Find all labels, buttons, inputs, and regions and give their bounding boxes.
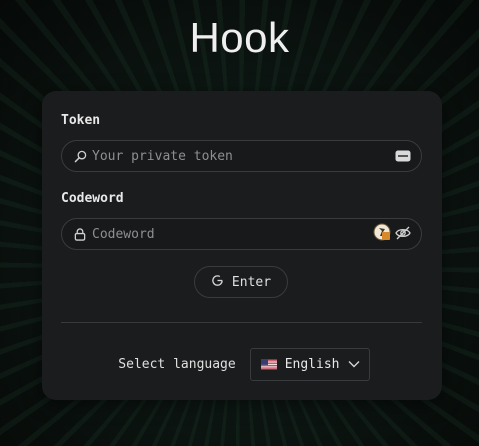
language-select[interactable]: English (249, 347, 370, 381)
key-extension-icon[interactable] (373, 223, 391, 245)
token-label: Token (61, 113, 101, 128)
divider (61, 322, 422, 323)
eye-off-icon[interactable] (395, 225, 411, 244)
app-title: Hook (189, 14, 290, 61)
enter-button[interactable]: Enter (194, 266, 288, 298)
token-input[interactable] (92, 141, 395, 171)
enter-button-label: Enter (231, 274, 272, 290)
language-selected: English (284, 356, 340, 372)
us-flag-icon (260, 358, 277, 370)
lock-icon (62, 227, 92, 241)
codeword-field-wrapper (61, 218, 422, 250)
login-card: Token Codeword Enter Select language Eng… (42, 91, 442, 400)
search-icon (62, 150, 92, 163)
language-row: Select language English (42, 347, 442, 381)
language-label: Select language (118, 356, 236, 372)
chevron-down-icon (348, 357, 360, 372)
refresh-icon (211, 274, 224, 291)
codeword-label: Codeword (61, 191, 124, 206)
codeword-input[interactable] (92, 219, 373, 249)
password-manager-icon[interactable] (395, 147, 411, 166)
token-field-wrapper (61, 140, 422, 172)
